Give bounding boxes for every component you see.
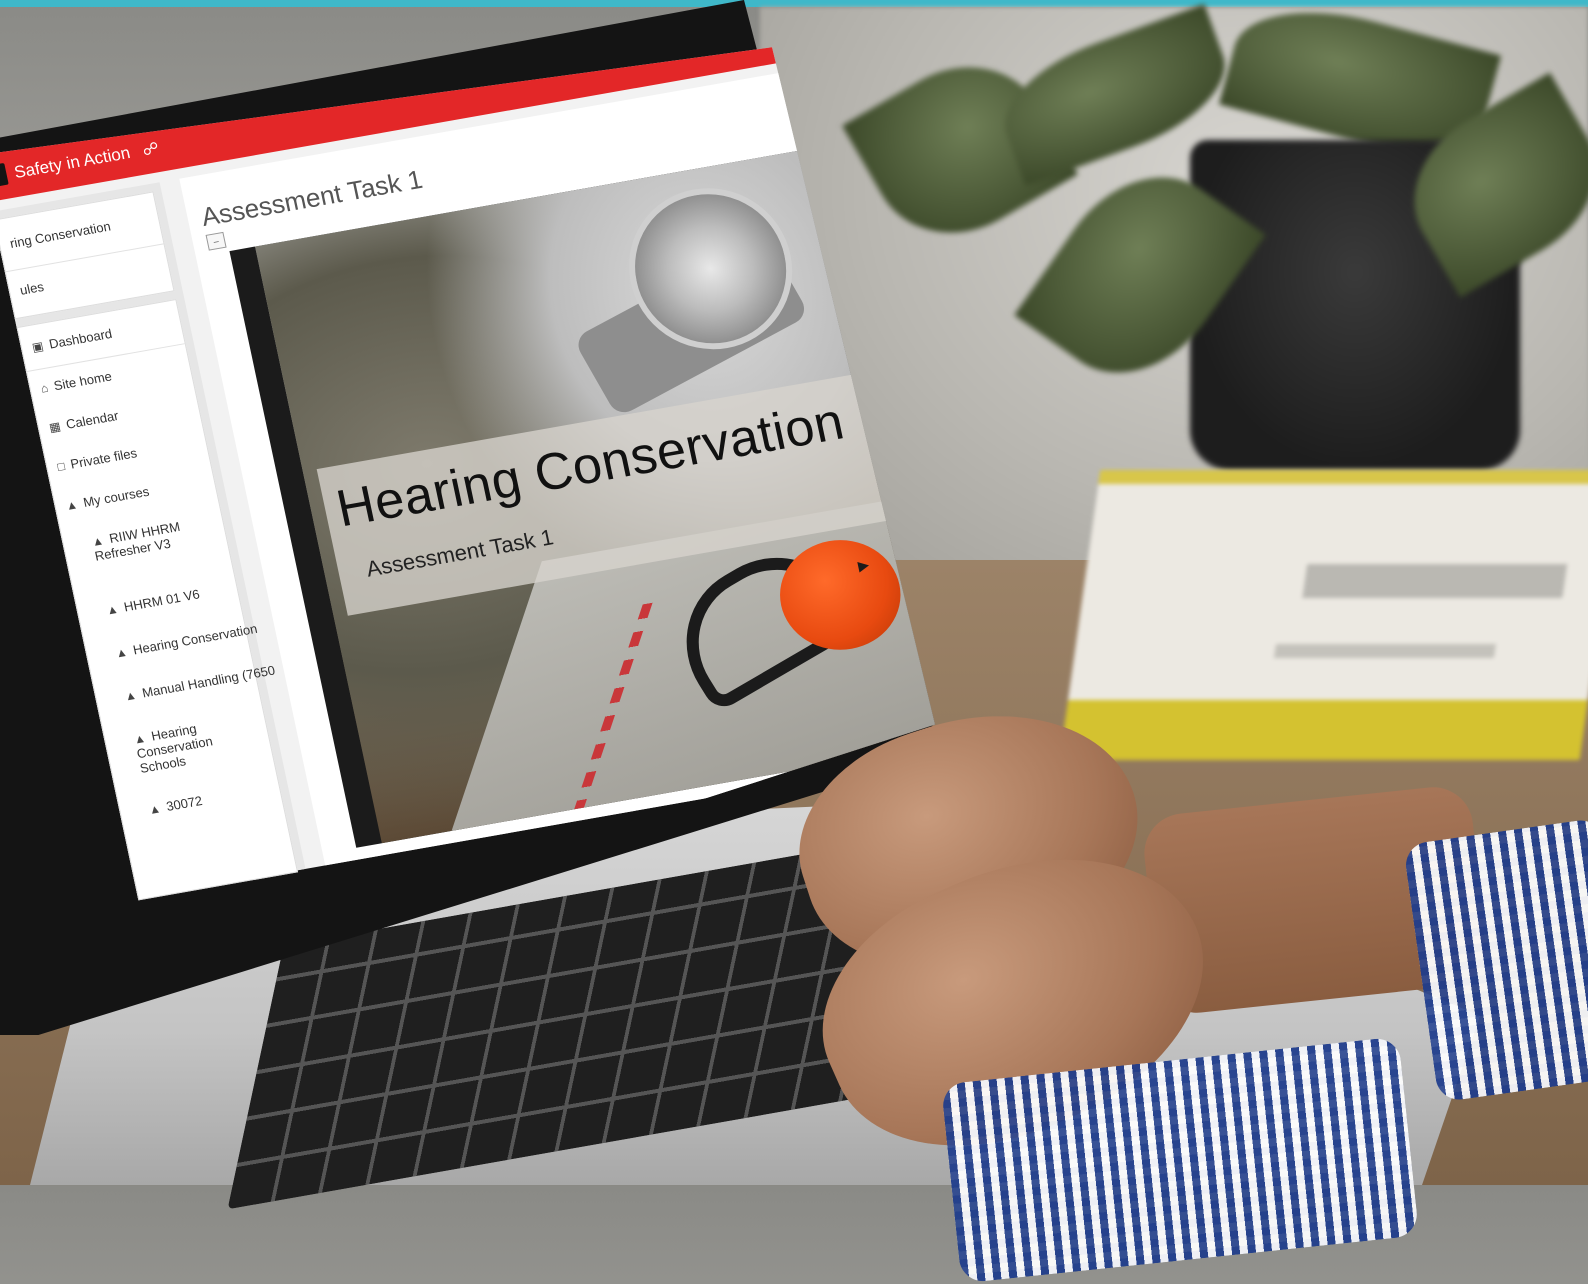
sidebar-course-item[interactable]: ▲ Manual Handling (7650 bbox=[123, 662, 276, 703]
sidebar-course-item[interactable]: ▲ HHRM 01 V6 bbox=[105, 586, 201, 617]
sidebar-item-label: Private files bbox=[68, 445, 139, 472]
sidebar-item-label: Hearing Conservation bbox=[131, 620, 259, 658]
dashboard-icon: ▣ bbox=[30, 338, 45, 355]
sidebar-item-private-files[interactable]: □ Private files bbox=[56, 445, 138, 474]
sidebar-item-label: 30072 bbox=[164, 792, 204, 814]
sidebar-item-label: Dashboard bbox=[47, 325, 114, 352]
graduation-cap-icon: ▲ bbox=[64, 497, 80, 514]
sidebar-item-modules[interactable]: ules bbox=[18, 279, 45, 298]
sidebar-item-label: My courses bbox=[81, 483, 151, 510]
sidebar-item-my-courses[interactable]: ▲ My courses bbox=[64, 484, 150, 513]
graduation-cap-icon: ▲ bbox=[114, 644, 129, 661]
sidebar-item-calendar[interactable]: ▦ Calendar bbox=[48, 408, 120, 435]
sidebar-course-item[interactable]: ▲ Hearing Conservation Schools bbox=[132, 711, 260, 776]
menu-toggle-icon[interactable] bbox=[0, 162, 9, 188]
graduation-cap-icon: ▲ bbox=[123, 687, 138, 704]
file-icon: □ bbox=[56, 458, 67, 474]
book-cover-text-block bbox=[1273, 644, 1496, 658]
course-nav-card: ring Conservation ules bbox=[0, 191, 175, 320]
book-cover bbox=[1066, 470, 1588, 714]
sidebar-item-dashboard[interactable]: ▣ Dashboard bbox=[31, 326, 114, 355]
book-spine bbox=[1059, 700, 1588, 760]
calendar-icon: ▦ bbox=[47, 419, 62, 435]
site-brand[interactable]: Safety in Action bbox=[12, 143, 132, 183]
sidebar-item-label: RIIW HHRM Refresher V3 bbox=[93, 518, 182, 564]
sidebar-item-course[interactable]: ring Conservation bbox=[9, 219, 113, 251]
collapse-toggle-button[interactable]: – bbox=[205, 231, 227, 251]
sidebar-item-label: Manual Handling (7650 bbox=[140, 662, 277, 701]
graduation-cap-icon: ▲ bbox=[105, 601, 120, 618]
sidebar-item-label: Hearing Conservation Schools bbox=[135, 720, 215, 776]
top-accent-strip bbox=[0, 0, 1588, 7]
stacked-books bbox=[1059, 470, 1588, 760]
slide-subtitle: Assessment Task 1 bbox=[364, 524, 556, 582]
home-icon: ⌂ bbox=[39, 380, 50, 396]
sidebar-item-label: HHRM 01 V6 bbox=[122, 586, 202, 615]
sidebar-item-site-home[interactable]: ⌂ Site home bbox=[39, 369, 113, 396]
book-cover-text-block bbox=[1302, 564, 1568, 598]
sidebar-item-label: Site home bbox=[52, 368, 114, 394]
share-icon[interactable]: ☍ bbox=[141, 138, 161, 160]
sidebar-course-item[interactable]: ▲ RIIW HHRM Refresher V3 bbox=[90, 514, 214, 564]
sidebar-course-item[interactable]: ▲ 30072 bbox=[147, 793, 203, 817]
sidebar-item-label: Calendar bbox=[64, 407, 120, 432]
sidebar-course-item[interactable]: ▲ Hearing Conservation bbox=[114, 620, 259, 661]
graduation-cap-icon: ▲ bbox=[147, 801, 163, 818]
